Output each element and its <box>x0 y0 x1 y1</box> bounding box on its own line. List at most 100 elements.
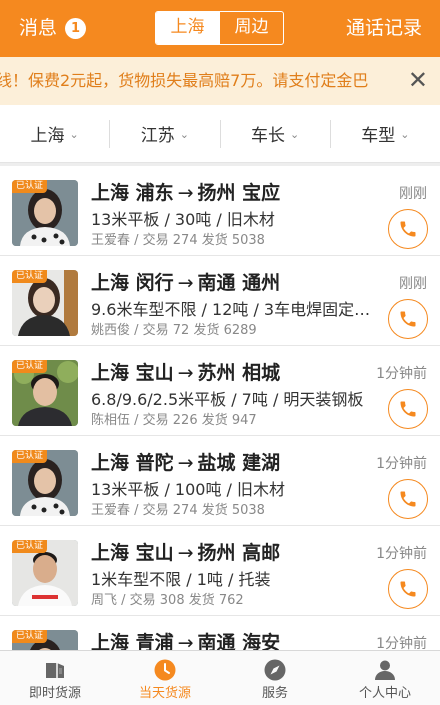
region-toggle: 上海 周边 <box>155 11 284 45</box>
chevron-down-icon: ⌄ <box>69 128 79 141</box>
list-item[interactable]: 已认证 上海 青浦 → 南通 海安 1分钟前 <box>0 616 440 650</box>
cargo-description: 9.6米车型不限 / 12吨 / 3车电焊固定… <box>91 300 371 319</box>
route-title: 上海 浦东 → 扬州 宝应 <box>91 180 280 206</box>
verified-badge: 已认证 <box>12 360 48 373</box>
route-to: 苏州 相城 <box>197 362 281 384</box>
route-to: 南通 海安 <box>197 632 281 650</box>
post-time: 1分钟前 <box>376 546 427 562</box>
close-icon[interactable]: ✕ <box>408 66 428 94</box>
avatar[interactable]: 已认证 <box>12 450 78 516</box>
cargo-description: 13米平板 / 100吨 / 旧木材 <box>91 480 286 499</box>
arrow-icon: → <box>177 272 194 294</box>
arrow-icon: → <box>177 542 194 564</box>
tab-nearby[interactable]: 周边 <box>219 12 283 44</box>
filter-destination[interactable]: 江苏 ⌄ <box>110 121 219 146</box>
avatar[interactable]: 已认证 <box>12 270 78 336</box>
chevron-down-icon: ⌄ <box>179 128 189 141</box>
compass-icon <box>264 659 286 681</box>
verified-badge: 已认证 <box>12 630 48 643</box>
post-time: 刚刚 <box>399 186 427 202</box>
verified-badge: 已认证 <box>12 180 48 193</box>
verified-badge: 已认证 <box>12 540 48 553</box>
route-from: 上海 青浦 <box>91 632 174 650</box>
filter-label: 车长 <box>251 126 286 146</box>
cargo-description: 13米平板 / 30吨 / 旧木材 <box>91 210 275 229</box>
list-item[interactable]: 已认证 上海 浦东 → 扬州 宝应 13米平板 / 30吨 / 旧木材 王爱春 / … <box>0 166 440 256</box>
post-time: 刚刚 <box>399 276 427 292</box>
bottom-tab-bar: 即时货源 当天货源 服务 个人中心 <box>0 650 440 705</box>
tab-shanghai[interactable]: 上海 <box>156 12 219 44</box>
call-button[interactable] <box>388 389 428 429</box>
route-from: 上海 普陀 <box>91 452 174 474</box>
arrow-icon: → <box>177 362 194 384</box>
route-title: 上海 宝山 → 扬州 高邮 <box>91 540 280 566</box>
call-log-button[interactable]: 通话记录 <box>346 15 422 41</box>
route-to: 盐城 建湖 <box>197 452 281 474</box>
post-time: 1分钟前 <box>376 456 427 472</box>
insurance-notice-banner[interactable]: 线！保费2元起，货物损失最高赔7万。请支付定金巴 ✕ <box>0 57 440 105</box>
route-title: 上海 宝山 → 苏州 相城 <box>91 360 280 386</box>
notice-text: 线！保费2元起，货物损失最高赔7万。请支付定金巴 <box>0 71 369 90</box>
phone-icon <box>400 311 416 327</box>
chevron-down-icon: ⌄ <box>290 128 300 141</box>
person-icon <box>375 660 395 680</box>
call-button[interactable] <box>388 299 428 339</box>
shipper-info: 陈相伍 / 交易 226 发货 947 <box>91 413 257 428</box>
cargo-description: 6.8/9.6/2.5米平板 / 7吨 / 明天装钢板 <box>91 390 364 409</box>
avatar[interactable]: 已认证 <box>12 630 78 650</box>
tab-label: 当天货源 <box>138 686 191 701</box>
tab-services[interactable]: 服务 <box>220 651 330 705</box>
messages-label: 消息 <box>19 17 58 39</box>
call-button[interactable] <box>388 209 428 249</box>
list-item[interactable]: 已认证 上海 宝山 → 扬州 高邮 1米车型不限 / 1吨 / 托装 周飞 / 交易… <box>0 526 440 616</box>
tab-today-cargo[interactable]: 当天货源 <box>110 651 220 705</box>
call-button[interactable] <box>388 569 428 609</box>
route-to: 南通 通州 <box>197 272 281 294</box>
arrow-icon: → <box>177 452 194 474</box>
tab-label: 服务 <box>261 686 288 701</box>
tab-label: 即时货源 <box>28 686 81 701</box>
route-to: 扬州 高邮 <box>197 542 281 564</box>
route-from: 上海 闵行 <box>91 272 174 294</box>
route-title: 上海 闵行 → 南通 通州 <box>91 270 280 296</box>
filter-label: 车型 <box>361 126 396 146</box>
phone-icon <box>400 491 416 507</box>
route-from: 上海 浦东 <box>91 182 174 204</box>
shipper-info: 周飞 / 交易 308 发货 762 <box>91 593 244 608</box>
filter-vehicle-type[interactable]: 车型 ⌄ <box>331 121 440 146</box>
filter-origin[interactable]: 上海 ⌄ <box>0 121 109 146</box>
shipper-info: 王爱春 / 交易 274 发货 5038 <box>91 233 265 248</box>
phone-icon <box>400 221 416 237</box>
avatar[interactable]: 已认证 <box>12 540 78 606</box>
shipper-info: 姚西俊 / 交易 72 发货 6289 <box>91 323 257 338</box>
tab-label: 个人中心 <box>358 686 411 701</box>
route-from: 上海 宝山 <box>91 362 174 384</box>
verified-badge: 已认证 <box>12 270 48 283</box>
avatar[interactable]: 已认证 <box>12 180 78 246</box>
list-item[interactable]: 已认证 上海 宝山 → 苏州 相城 6.8/9.6/2.5米平板 / 7吨 / 明天… <box>0 346 440 436</box>
messages-count-badge: 1 <box>65 17 87 39</box>
messages-button[interactable]: 消息 1 <box>19 15 87 41</box>
route-to: 扬州 宝应 <box>197 182 281 204</box>
cargo-list: 已认证 上海 浦东 → 扬州 宝应 13米平板 / 30吨 / 旧木材 王爱春 / … <box>0 166 440 650</box>
call-button[interactable] <box>388 479 428 519</box>
list-item[interactable]: 已认证 上海 闵行 → 南通 通州 9.6米车型不限 / 12吨 / 3车电焊固定…… <box>0 256 440 346</box>
tab-instant-cargo[interactable]: 即时货源 <box>0 651 110 705</box>
filter-vehicle-length[interactable]: 车长 ⌄ <box>221 121 330 146</box>
shipper-info: 王爱春 / 交易 274 发货 5038 <box>91 503 265 518</box>
post-time: 1分钟前 <box>376 366 427 382</box>
filter-label: 江苏 <box>140 126 175 146</box>
arrow-icon: → <box>177 182 194 204</box>
filter-bar: 上海 ⌄ 江苏 ⌄ 车长 ⌄ 车型 ⌄ <box>0 105 440 163</box>
avatar[interactable]: 已认证 <box>12 360 78 426</box>
phone-icon <box>400 581 416 597</box>
top-bar: 消息 1 上海 周边 通话记录 <box>0 0 440 57</box>
route-from: 上海 宝山 <box>91 542 174 564</box>
tab-profile[interactable]: 个人中心 <box>330 651 440 705</box>
clock-icon <box>154 659 176 681</box>
phone-icon <box>400 401 416 417</box>
post-time: 1分钟前 <box>376 636 427 650</box>
route-title: 上海 青浦 → 南通 海安 <box>91 630 280 650</box>
list-item[interactable]: 已认证 上海 普陀 → 盐城 建湖 13米平板 / 100吨 / 旧木材 王爱春 /… <box>0 436 440 526</box>
filter-label: 上海 <box>30 126 65 146</box>
